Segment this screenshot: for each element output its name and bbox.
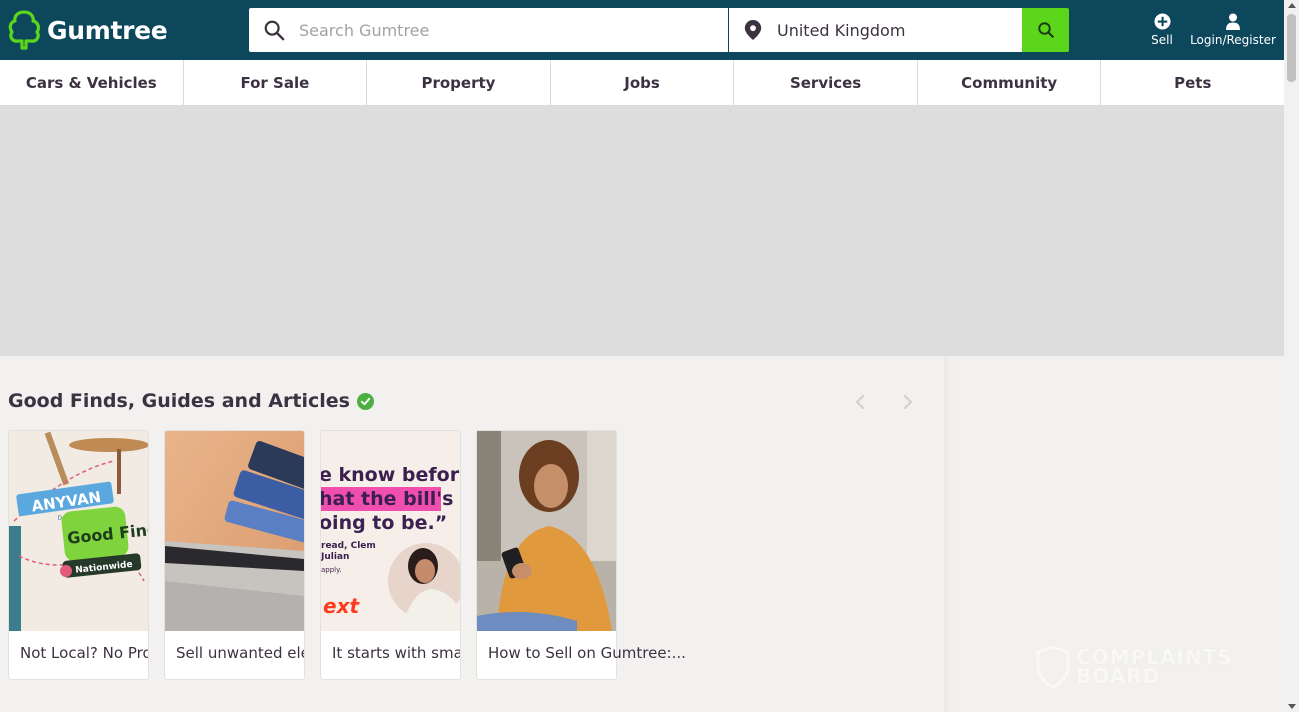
site-header: Gumtree Sell Login/R — [0, 0, 1284, 60]
nav-item-pets[interactable]: Pets — [1101, 60, 1284, 105]
ad-small-line-1: read, Clem — [321, 541, 376, 551]
location-field[interactable] — [729, 8, 1022, 52]
article-image — [477, 431, 616, 631]
article-caption: Not Local? No Prob — [20, 644, 149, 662]
nav-item-community[interactable]: Community — [918, 60, 1102, 105]
plus-circle-icon — [1153, 13, 1171, 30]
login-label: Login/Register — [1190, 33, 1276, 47]
watermark-line-2: BOARD — [1076, 664, 1161, 688]
search-field[interactable] — [249, 8, 728, 52]
scrollbar-thumb[interactable] — [1287, 14, 1296, 82]
search-icon — [264, 20, 285, 41]
search-icon — [1037, 22, 1054, 38]
sell-label: Sell — [1151, 33, 1173, 47]
search-input[interactable] — [299, 20, 699, 40]
search-button[interactable] — [1022, 8, 1069, 52]
scroll-down-arrow-icon[interactable] — [1288, 704, 1296, 709]
nav-item-cars-vehicles[interactable]: Cars & Vehicles — [0, 60, 184, 105]
nav-item-for-sale[interactable]: For Sale — [184, 60, 368, 105]
complaints-board-watermark: COMPLAINTS BOARD — [1036, 646, 1233, 688]
sell-button[interactable]: Sell — [1146, 13, 1178, 47]
chevron-right-icon[interactable] — [899, 394, 915, 410]
article-image: ANYVAN Delivering Good Finds Nationwide — [9, 431, 148, 631]
login-register-button[interactable]: Login/Register — [1186, 13, 1280, 47]
nav-item-property[interactable]: Property — [367, 60, 551, 105]
article-caption: Sell unwanted elec — [176, 644, 305, 662]
ad-small-line-3: apply. — [321, 566, 342, 574]
banner-placeholder — [0, 106, 1284, 356]
category-nav: Cars & Vehicles For Sale Property Jobs S… — [0, 60, 1284, 106]
section-title: Good Finds, Guides and Articles — [8, 390, 374, 412]
ad-quote-line-1: e know befor — [321, 464, 460, 486]
article-image: e know befor hat the bill's oing to be.”… — [321, 431, 460, 631]
shield-icon — [1036, 646, 1070, 688]
scroll-up-arrow-icon[interactable] — [1288, 3, 1296, 8]
location-input[interactable] — [777, 20, 1017, 40]
gumtree-logo[interactable]: Gumtree — [8, 10, 168, 50]
article-card[interactable]: e know befor hat the bill's oing to be.”… — [320, 430, 461, 680]
article-card[interactable]: ANYVAN Delivering Good Finds Nationwide … — [8, 430, 149, 680]
chevron-left-icon[interactable] — [853, 394, 869, 410]
verified-check-icon — [356, 392, 374, 410]
article-card[interactable]: How to Sell on Gumtree:... — [476, 430, 686, 680]
article-image — [165, 431, 304, 631]
nav-item-jobs[interactable]: Jobs — [551, 60, 735, 105]
watermark-text: COMPLAINTS BOARD — [1076, 647, 1233, 688]
logo-text: Gumtree — [47, 15, 168, 45]
section-title-text: Good Finds, Guides and Articles — [8, 390, 350, 412]
ad-quote-line-3: oing to be.” — [321, 512, 447, 534]
page-scrollbar[interactable] — [1284, 0, 1299, 712]
tree-logo-icon — [8, 10, 40, 50]
ad-small-line-2: Julian — [321, 552, 349, 562]
article-card[interactable]: Sell unwanted elec — [164, 430, 305, 680]
user-icon — [1226, 13, 1240, 30]
ad-quote-line-2: hat the bill's — [321, 488, 453, 510]
ad-brand-text: ext — [323, 594, 360, 618]
articles-section: Good Finds, Guides and Articles ANYVAN D… — [0, 356, 944, 712]
article-caption: How to Sell on Gumtree:... — [488, 644, 686, 662]
location-pin-icon — [744, 20, 762, 40]
nav-item-services[interactable]: Services — [734, 60, 918, 105]
article-caption: It starts with smart — [332, 644, 461, 662]
